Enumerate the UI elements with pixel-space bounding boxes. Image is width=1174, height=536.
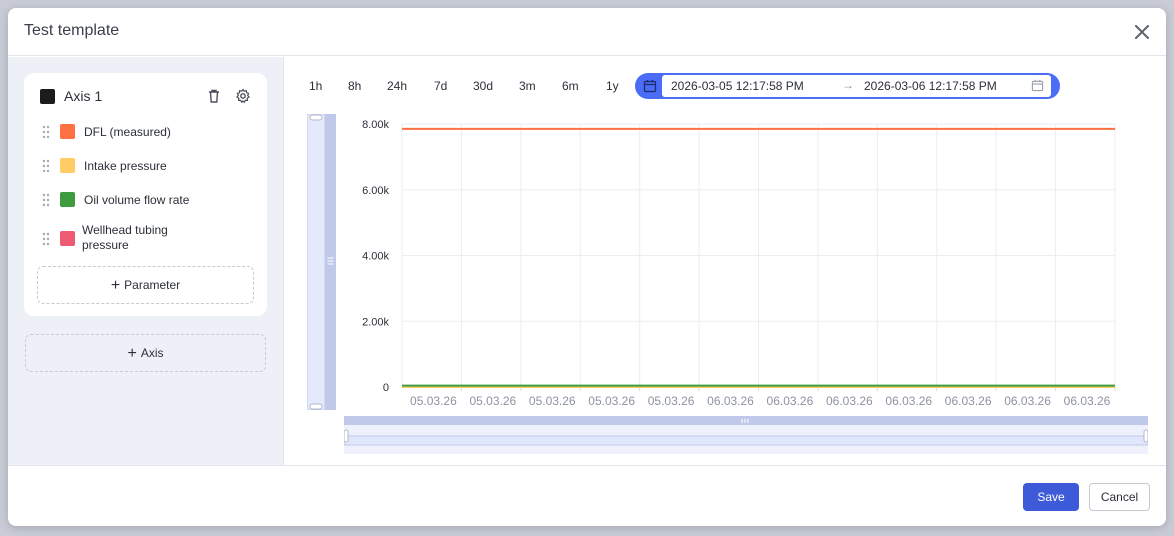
date-range-inputs: 2026-03-05 12:17:58 PM → 2026-03-06 12:1… bbox=[662, 75, 1051, 97]
axis-title: Axis 1 bbox=[64, 88, 103, 104]
template-modal: Test template Axis 1 DFL (measured) Inta… bbox=[8, 8, 1166, 526]
range-7d-button[interactable]: 7d bbox=[434, 79, 447, 93]
y-tick-label: 6.00k bbox=[362, 185, 389, 197]
plus-icon: + bbox=[127, 345, 137, 362]
add-axis-button[interactable]: + Axis bbox=[25, 334, 266, 372]
parameter-label: Oil volume flow rate bbox=[84, 193, 190, 207]
x-tick-label: 05.03.26 bbox=[410, 394, 457, 408]
horizontal-slider-left-handle[interactable] bbox=[344, 429, 349, 443]
calendar-icon[interactable] bbox=[643, 79, 657, 93]
drag-handle-icon[interactable] bbox=[42, 159, 50, 173]
date-range-picker[interactable]: 2026-03-05 12:17:58 PM → 2026-03-06 12:1… bbox=[635, 73, 1060, 99]
parameter-label: Wellhead tubing pressure bbox=[82, 223, 168, 252]
x-tick-label: 05.03.26 bbox=[529, 394, 576, 408]
axis-sidebar: Axis 1 DFL (measured) Intake pressure Oi… bbox=[8, 57, 284, 465]
save-button[interactable]: Save bbox=[1023, 483, 1079, 511]
x-tick-label: 05.03.26 bbox=[588, 394, 635, 408]
parameter-label: DFL (measured) bbox=[84, 125, 171, 139]
x-tick-label: 06.03.26 bbox=[1004, 394, 1051, 408]
drag-handle-icon[interactable] bbox=[42, 193, 50, 207]
drag-handle-icon[interactable] bbox=[42, 232, 50, 246]
range-3m-button[interactable]: 3m bbox=[519, 79, 536, 93]
date-to-input[interactable]: 2026-03-06 12:17:58 PM bbox=[864, 79, 997, 93]
parameter-color-swatch[interactable] bbox=[60, 124, 75, 139]
modal-header: Test template bbox=[8, 8, 1166, 56]
calendar-icon[interactable] bbox=[1031, 79, 1044, 92]
modal-title: Test template bbox=[24, 22, 120, 39]
horizontal-slider-right-handle[interactable] bbox=[1143, 429, 1148, 443]
vertical-zoom-slider[interactable] bbox=[307, 114, 336, 410]
add-parameter-label: Parameter bbox=[124, 278, 181, 292]
range-6m-button[interactable]: 6m bbox=[562, 79, 579, 93]
y-tick-label: 4.00k bbox=[362, 251, 389, 263]
x-tick-label: 06.03.26 bbox=[767, 394, 814, 408]
x-tick-label: 06.03.26 bbox=[826, 394, 873, 408]
cancel-button[interactable]: Cancel bbox=[1089, 483, 1150, 511]
add-parameter-button[interactable]: + Parameter bbox=[37, 266, 254, 304]
x-tick-label: 06.03.26 bbox=[945, 394, 992, 408]
parameter-color-swatch[interactable] bbox=[60, 158, 75, 173]
x-tick-label: 06.03.26 bbox=[885, 394, 932, 408]
modal-footer: Save Cancel bbox=[8, 465, 1166, 526]
parameter-row[interactable]: Oil volume flow rate bbox=[36, 185, 256, 215]
drag-handle-icon[interactable] bbox=[42, 125, 50, 139]
range-1y-button[interactable]: 1y bbox=[606, 79, 619, 93]
y-tick-label: 2.00k bbox=[362, 316, 389, 328]
parameter-row[interactable]: Intake pressure bbox=[36, 151, 256, 181]
parameter-row[interactable]: Wellhead tubing pressure bbox=[36, 221, 256, 257]
range-8h-button[interactable]: 8h bbox=[348, 79, 361, 93]
parameter-label: Intake pressure bbox=[84, 159, 167, 173]
horizontal-zoom-slider[interactable] bbox=[344, 416, 1148, 456]
axis-card: Axis 1 DFL (measured) Intake pressure Oi… bbox=[24, 73, 267, 316]
chart-panel: 1h 8h 24h 7d 30d 3m 6m 1y 2026-03-05 12:… bbox=[285, 57, 1166, 465]
parameter-color-swatch[interactable] bbox=[60, 192, 75, 207]
add-axis-label: Axis bbox=[140, 346, 164, 360]
axis-color-swatch[interactable] bbox=[40, 89, 55, 104]
x-tick-label: 06.03.26 bbox=[707, 394, 754, 408]
gear-icon[interactable] bbox=[235, 88, 251, 104]
vertical-slider-bottom-handle[interactable] bbox=[309, 403, 323, 410]
x-tick-label: 05.03.26 bbox=[648, 394, 695, 408]
range-24h-button[interactable]: 24h bbox=[387, 79, 407, 93]
close-icon[interactable] bbox=[1132, 22, 1152, 42]
line-chart: 8.00k 6.00k 4.00k 2.00k 0 05.03.26 05.03.26 05.… bbox=[362, 119, 1116, 408]
range-30d-button[interactable]: 30d bbox=[473, 79, 493, 93]
range-1h-button[interactable]: 1h bbox=[309, 79, 322, 93]
x-tick-label: 05.03.26 bbox=[469, 394, 516, 408]
parameter-row[interactable]: DFL (measured) bbox=[36, 117, 256, 147]
y-tick-label: 8.00k bbox=[362, 119, 389, 131]
parameter-color-swatch[interactable] bbox=[60, 231, 75, 246]
y-tick-label: 0 bbox=[383, 382, 389, 394]
date-from-input[interactable]: 2026-03-05 12:17:58 PM bbox=[671, 79, 804, 93]
trash-icon[interactable] bbox=[206, 88, 222, 104]
x-tick-label: 06.03.26 bbox=[1064, 394, 1111, 408]
plus-icon: + bbox=[110, 277, 121, 294]
vertical-slider-top-handle[interactable] bbox=[309, 114, 323, 121]
arrow-right-icon: → bbox=[842, 78, 854, 92]
